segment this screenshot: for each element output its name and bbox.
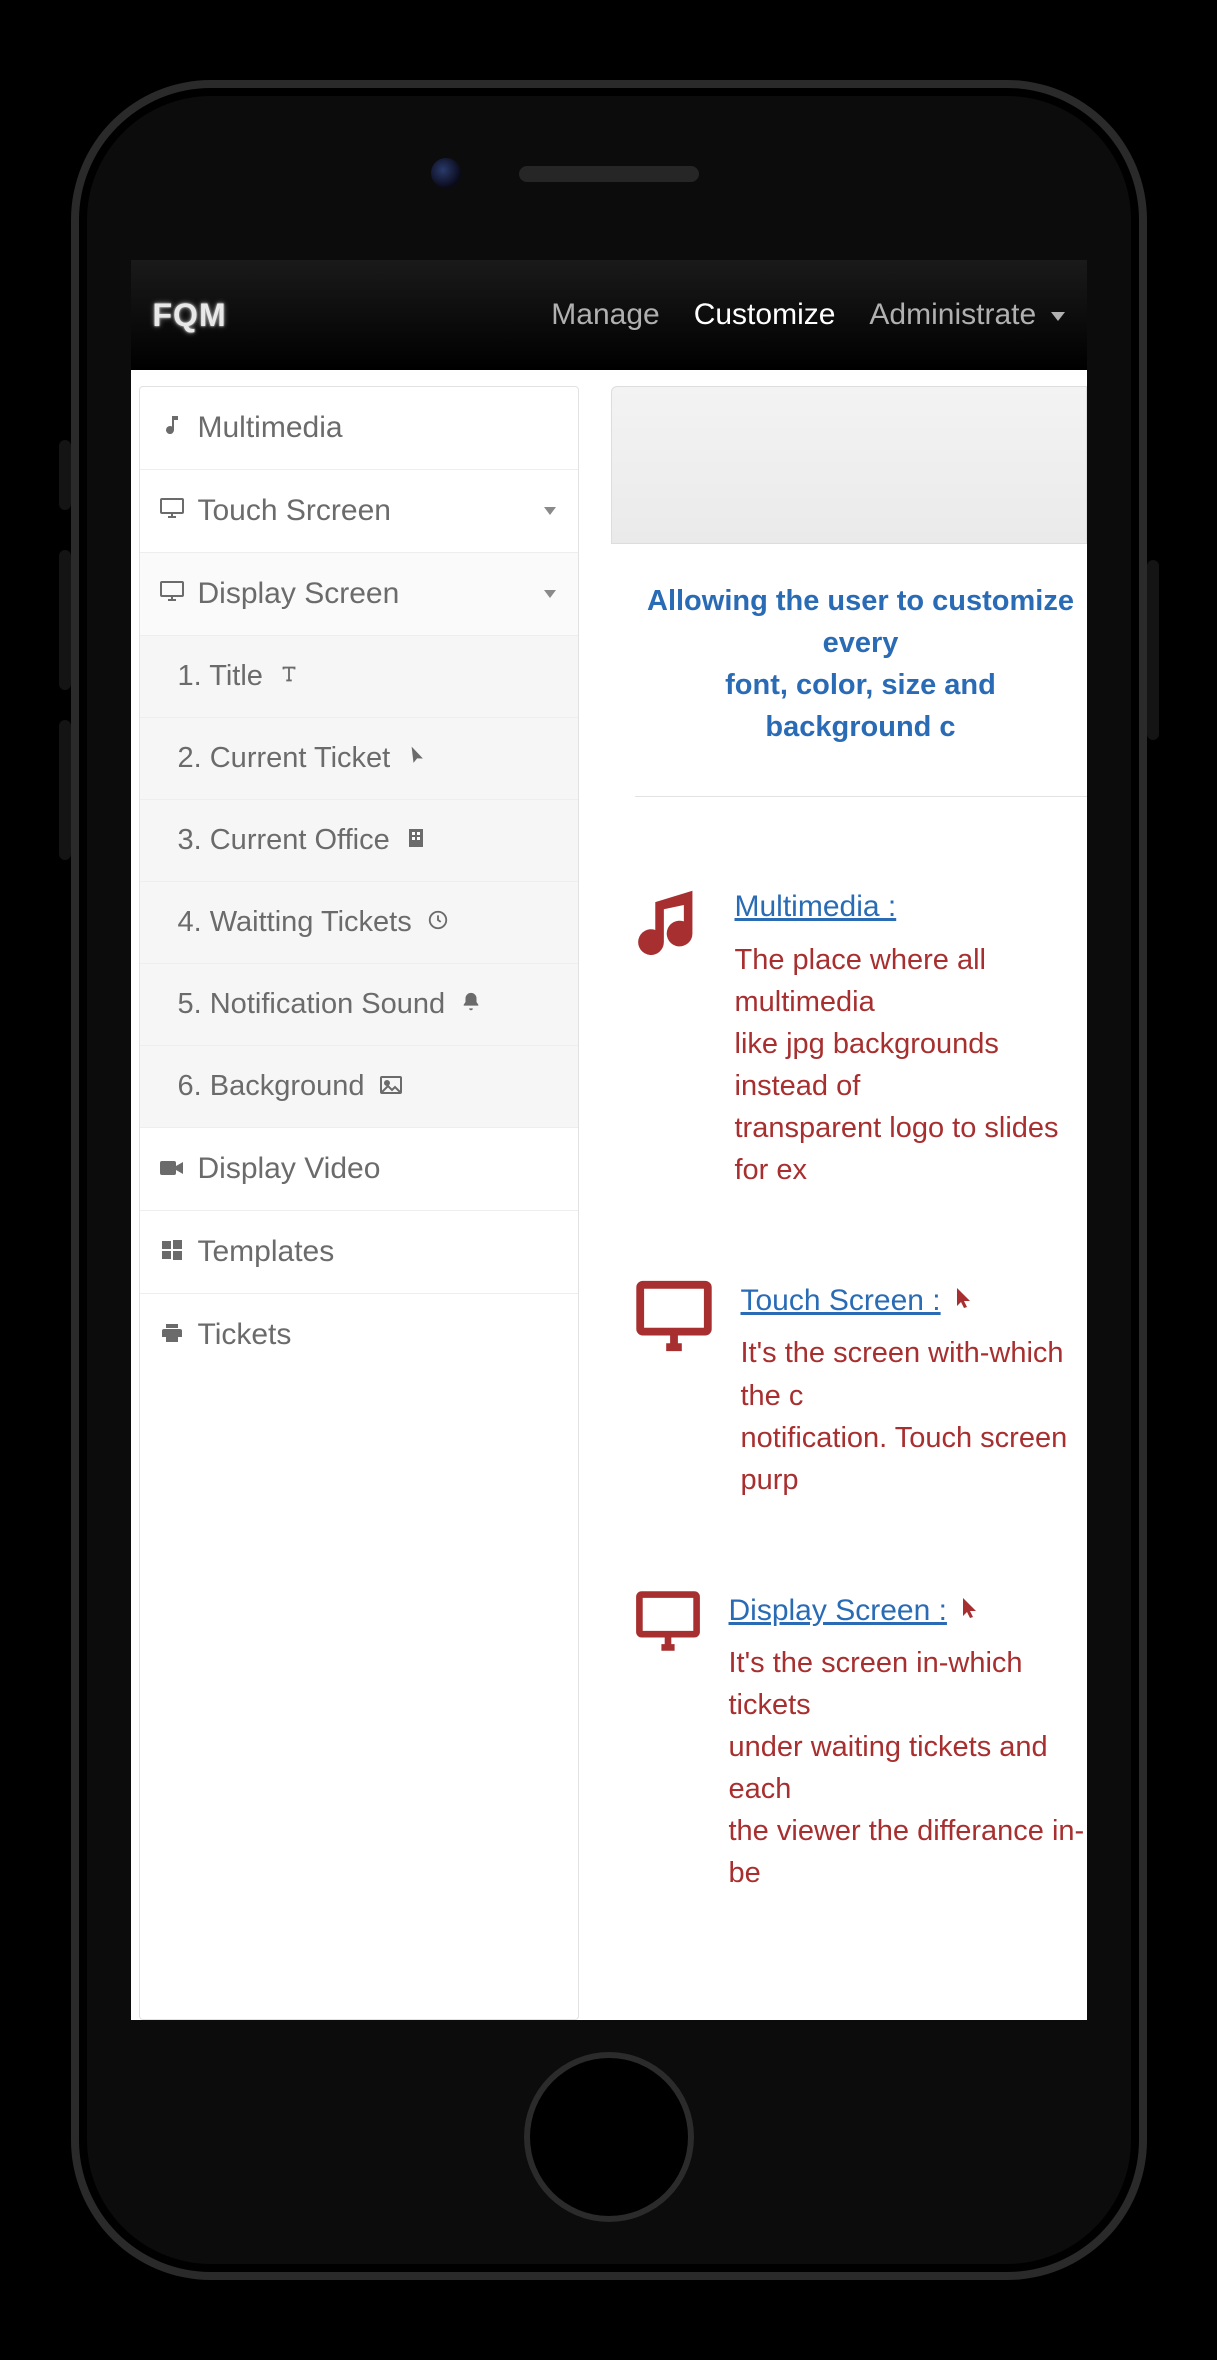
section-heading-link[interactable]: Display Screen : bbox=[729, 1589, 947, 1633]
sub-label: 1. Title bbox=[178, 660, 263, 693]
caret-down-icon bbox=[1051, 312, 1065, 321]
phone-speaker bbox=[519, 166, 699, 182]
top-nav: Manage Customize Administrate bbox=[551, 298, 1064, 332]
sub-item-waiting-tickets[interactable]: 4. Waitting Tickets bbox=[140, 882, 578, 964]
section-touch-screen: Touch Screen : It's the screen with-whic… bbox=[635, 1279, 1087, 1501]
section-heading-link[interactable]: Multimedia : bbox=[735, 885, 897, 929]
top-navbar: FQM Manage Customize Administrate bbox=[131, 260, 1087, 370]
sidebar-label: Display Screen bbox=[198, 577, 400, 611]
section-text: The place where all multimedia bbox=[735, 939, 1087, 1023]
phone-front-camera bbox=[431, 158, 461, 188]
sub-label: 2. Current Ticket bbox=[178, 742, 391, 775]
section-text: like jpg backgrounds instead of bbox=[735, 1023, 1087, 1107]
music-icon bbox=[635, 885, 707, 1191]
sidebar-item-display-video[interactable]: Display Video bbox=[140, 1128, 578, 1211]
nav-administrate[interactable]: Administrate bbox=[869, 298, 1064, 332]
print-icon bbox=[158, 1320, 186, 1351]
section-text: the viewer the differance in-be bbox=[729, 1810, 1087, 1894]
section-heading-label: Display Screen : bbox=[729, 1594, 947, 1627]
sidebar-label: Templates bbox=[198, 1235, 335, 1269]
section-text: under waiting tickets and each bbox=[729, 1726, 1087, 1810]
phone-home-button bbox=[524, 2052, 694, 2222]
sidebar-label: Touch Srcreen bbox=[198, 494, 391, 528]
sub-item-background[interactable]: 6. Background bbox=[140, 1046, 578, 1128]
section-text: It's the screen in-which tickets bbox=[729, 1642, 1087, 1726]
phone-frame: FQM Manage Customize Administrate Multim… bbox=[71, 80, 1147, 2280]
nav-administrate-label: Administrate bbox=[869, 298, 1036, 331]
building-icon bbox=[402, 825, 430, 856]
desktop-icon bbox=[635, 1589, 701, 1895]
section-multimedia: Multimedia : The place where all multime… bbox=[635, 885, 1087, 1191]
main-panel: Allowing the user to customize every fon… bbox=[611, 544, 1087, 2020]
section-text: notification. Touch screen purp bbox=[741, 1417, 1087, 1501]
nav-customize[interactable]: Customize bbox=[694, 298, 836, 332]
section-text: transparent logo to slides for ex bbox=[735, 1107, 1087, 1191]
intro-text: Allowing the user to customize every fon… bbox=[635, 580, 1087, 797]
display-screen-submenu: 1. Title 2. Current Ticket 3. Current Of… bbox=[140, 636, 578, 1128]
app-screen: FQM Manage Customize Administrate Multim… bbox=[131, 260, 1087, 2020]
sub-label: 3. Current Office bbox=[178, 824, 390, 857]
sidebar-item-templates[interactable]: Templates bbox=[140, 1211, 578, 1294]
sub-label: 6. Background bbox=[178, 1070, 365, 1103]
phone-volume-down bbox=[59, 720, 71, 860]
desktop-icon bbox=[158, 579, 186, 610]
phone-power-button bbox=[1147, 560, 1159, 740]
sidebar-item-tickets[interactable]: Tickets bbox=[140, 1294, 578, 1376]
sidebar-label: Tickets bbox=[198, 1318, 292, 1352]
sidebar-label: Multimedia bbox=[198, 411, 343, 445]
desktop-icon bbox=[635, 1279, 713, 1501]
cursor-icon bbox=[947, 1285, 975, 1317]
sub-label: 4. Waitting Tickets bbox=[178, 906, 412, 939]
section-text: It's the screen with-which the c bbox=[741, 1332, 1087, 1416]
nav-manage[interactable]: Manage bbox=[551, 298, 659, 332]
clock-icon bbox=[424, 907, 452, 938]
ticket-icon bbox=[402, 743, 430, 774]
app-body: Multimedia Touch Srcreen Display Screen bbox=[131, 370, 1087, 2020]
video-icon bbox=[158, 1154, 186, 1185]
sidebar-item-display-screen[interactable]: Display Screen bbox=[140, 553, 578, 636]
intro-line: Allowing the user to customize every bbox=[639, 580, 1083, 664]
main-panel-header bbox=[611, 386, 1087, 544]
sidebar-label: Display Video bbox=[198, 1152, 381, 1186]
music-icon bbox=[158, 413, 186, 444]
sub-item-notification-sound[interactable]: 5. Notification Sound bbox=[140, 964, 578, 1046]
intro-line: font, color, size and background c bbox=[639, 664, 1083, 748]
main-column: Allowing the user to customize every fon… bbox=[611, 386, 1087, 2020]
image-icon bbox=[377, 1071, 405, 1102]
sidebar-item-touch-screen[interactable]: Touch Srcreen bbox=[140, 470, 578, 553]
section-heading-link[interactable]: Touch Screen : bbox=[741, 1279, 941, 1323]
cursor-icon bbox=[953, 1595, 981, 1627]
sub-item-current-office[interactable]: 3. Current Office bbox=[140, 800, 578, 882]
sub-label: 5. Notification Sound bbox=[178, 988, 446, 1021]
text-icon bbox=[275, 661, 303, 692]
section-display-screen: Display Screen : It's the screen in-whic… bbox=[635, 1589, 1087, 1895]
section-heading-label: Touch Screen : bbox=[741, 1284, 941, 1317]
sub-item-current-ticket[interactable]: 2. Current Ticket bbox=[140, 718, 578, 800]
sidebar: Multimedia Touch Srcreen Display Screen bbox=[139, 386, 579, 2020]
sidebar-item-multimedia[interactable]: Multimedia bbox=[140, 387, 578, 470]
bell-icon bbox=[457, 989, 485, 1020]
brand-logo[interactable]: FQM bbox=[153, 297, 227, 334]
phone-mute-switch bbox=[59, 440, 71, 510]
desktop-icon bbox=[158, 496, 186, 527]
phone-volume-up bbox=[59, 550, 71, 690]
sub-item-title[interactable]: 1. Title bbox=[140, 636, 578, 718]
windows-icon bbox=[158, 1237, 186, 1268]
